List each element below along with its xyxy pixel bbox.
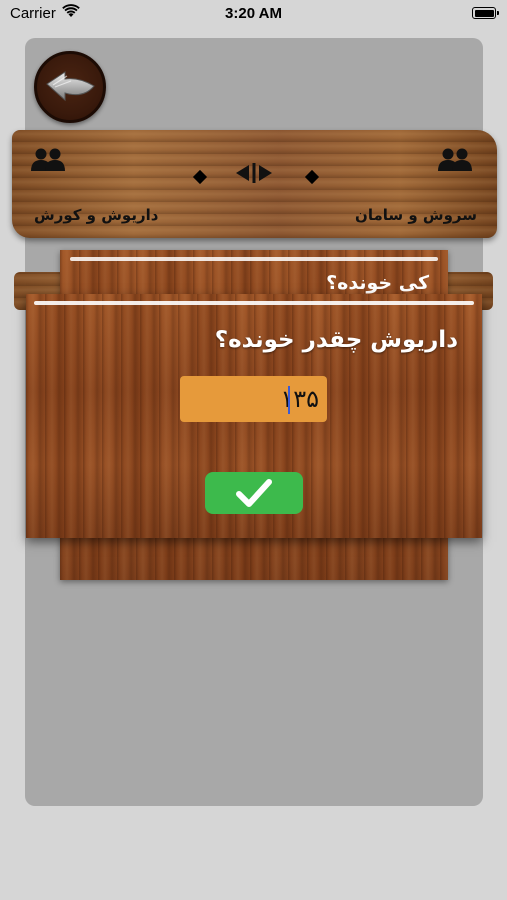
battery-icon <box>472 7 499 19</box>
status-bar: Carrier 3:20 AM <box>0 0 507 28</box>
clock: 3:20 AM <box>225 5 282 22</box>
indicator-dot <box>304 169 320 185</box>
score-input[interactable] <box>180 376 327 422</box>
confirm-button[interactable] <box>205 472 303 514</box>
indicator-dot <box>192 169 208 185</box>
people-icon[interactable] <box>30 147 66 173</box>
people-icon[interactable] <box>437 147 473 173</box>
back-arrow-icon <box>46 71 95 102</box>
left-team-name: داریوش و کورش <box>34 206 159 224</box>
question-label: کی خونده؟ <box>326 272 429 294</box>
card-shine <box>70 257 438 261</box>
dialog-shine <box>34 301 474 305</box>
right-team-name: سروش و سامان <box>355 206 477 224</box>
score-dialog: داریوش چقدر خونده؟ <box>26 294 482 538</box>
dialog-title: داریوش چقدر خونده؟ <box>214 327 458 353</box>
swap-arrows-icon[interactable] <box>234 162 274 184</box>
checkmark-icon <box>236 479 272 507</box>
text-caret <box>288 386 290 414</box>
back-button[interactable] <box>34 51 106 123</box>
players-board: داریوش و کورش سروش و سامان <box>12 130 497 238</box>
